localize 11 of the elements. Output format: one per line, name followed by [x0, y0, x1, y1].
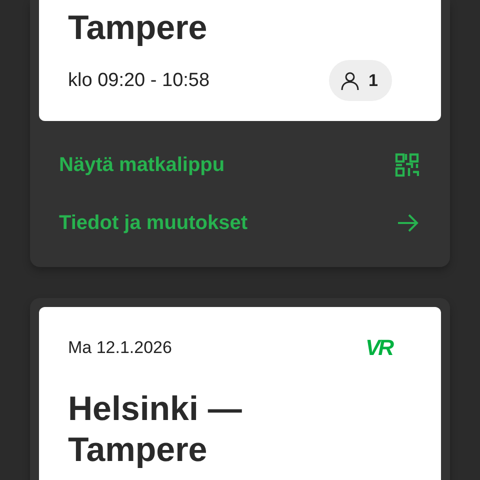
trip-title: Tampere: [68, 8, 208, 49]
qr-code-icon: [395, 153, 419, 177]
trip-date: Ma 12.1.2026: [68, 337, 172, 359]
action-link[interactable]: Näytä matkalippu: [39, 136, 441, 194]
person-icon: [340, 70, 360, 90]
arrow-right-icon: [397, 214, 419, 232]
operator-logo: VR: [365, 337, 392, 359]
trip-title: Helsinki — Tampere: [68, 389, 243, 471]
action-link[interactable]: Tiedot ja muutokset: [39, 194, 441, 252]
passenger-count: 1: [368, 70, 378, 90]
trip-time: klo 09:20 - 10:58: [68, 70, 210, 92]
